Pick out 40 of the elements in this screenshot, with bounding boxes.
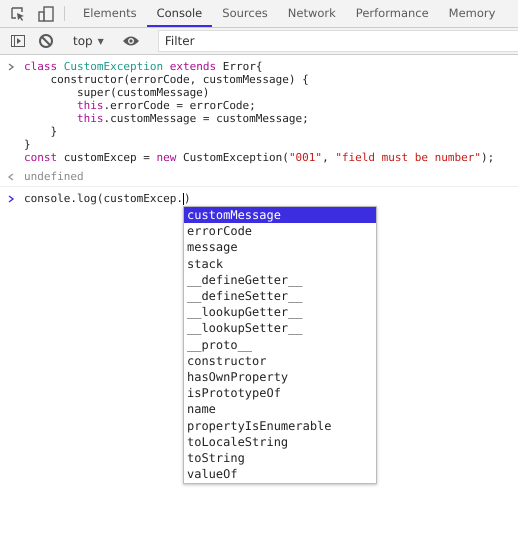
result-text: undefined (24, 170, 84, 183)
code-line: } (24, 138, 32, 151)
suggestion-item[interactable]: hasOwnProperty (184, 369, 376, 386)
suggestion-item[interactable]: constructor (184, 352, 376, 370)
panel-tab[interactable]: Sources (212, 0, 278, 27)
code-line: constructor(errorCode, customMessage) { (49, 73, 310, 86)
panel-tab[interactable]: Network (278, 0, 346, 27)
code-line: super(customMessage) (76, 86, 210, 99)
suggestion-item[interactable]: message (184, 239, 376, 256)
suggestion-item[interactable]: propertyIsEnumerable (184, 418, 376, 434)
code-line: class CustomException extends Error{ (24, 60, 264, 73)
clear-icon[interactable] (36, 33, 56, 49)
suggestion-item[interactable]: toString (184, 450, 376, 466)
suggestion-item[interactable]: __defineSetter__ (184, 288, 376, 304)
console-input[interactable]: console.log(customExcep.) (24, 192, 191, 205)
panel-tab[interactable]: Elements (73, 0, 147, 27)
suggestion-item[interactable]: isPrototypeOf (184, 385, 376, 402)
panel-tab[interactable]: Performance (346, 0, 439, 27)
code-line: const customExcep = new CustomException("001", "field must be number"); (24, 151, 494, 164)
suggestion-item[interactable]: errorCode (184, 223, 376, 240)
suggestion-item[interactable]: __defineGetter__ (184, 272, 376, 288)
return-icon (8, 172, 14, 180)
code-line: this.errorCode = errorCode; (76, 99, 257, 112)
suggestion-item[interactable]: stack (184, 256, 376, 272)
sidebar-icon[interactable] (8, 33, 28, 49)
code-line: } (49, 125, 58, 138)
suggestion-item[interactable]: customMessage (184, 207, 376, 224)
eye-icon[interactable] (120, 35, 141, 47)
suggestion-item[interactable]: valueOf (184, 466, 376, 482)
code-line: this.customMessage = customMessage; (76, 112, 310, 125)
panel-tab[interactable]: Memory (438, 0, 506, 27)
filter-field[interactable]: Filter (158, 30, 518, 52)
suggestion-item[interactable]: __proto__ (184, 336, 376, 353)
prompt-icon (8, 194, 14, 202)
suggestion-item[interactable]: __lookupGetter__ (184, 304, 376, 320)
suggestion-item[interactable]: name (184, 401, 376, 418)
context-selector[interactable]: top ▼ (73, 34, 104, 48)
chevron-icon (8, 62, 14, 70)
suggestion-item[interactable]: toLocaleString (184, 434, 376, 450)
suggestion-item[interactable]: __lookupSetter__ (184, 320, 376, 337)
